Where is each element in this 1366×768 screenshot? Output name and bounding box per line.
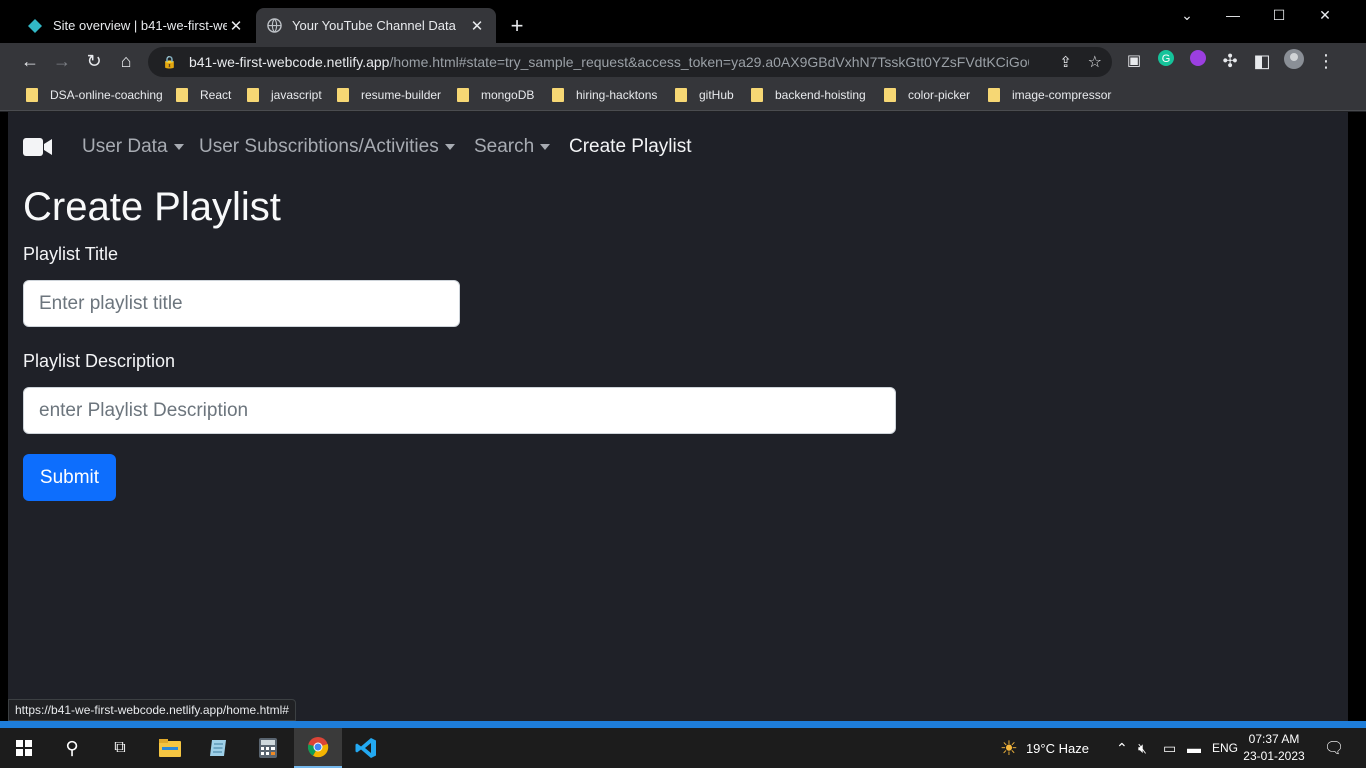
reload-icon[interactable]: ↻ — [82, 49, 106, 73]
page-title: Create Playlist — [23, 185, 281, 229]
bookmark-folder[interactable]: backend-hoisting — [751, 85, 866, 105]
clock-time: 07:37 AM — [1248, 732, 1300, 746]
page-content: User Data User Subscribtions/Activities … — [8, 112, 1348, 721]
side-panel-icon[interactable]: ◧ — [1250, 49, 1274, 73]
caret-down-icon — [173, 144, 184, 150]
tab-title: Site overview | b41-we-first-webcode — [53, 18, 227, 33]
navbar: User Data User Subscribtions/Activities … — [8, 112, 1348, 184]
folder-icon — [751, 88, 763, 102]
chrome-taskbar-icon[interactable] — [294, 728, 342, 768]
playlist-title-label: Playlist Title — [23, 244, 119, 264]
windows-start-icon[interactable] — [0, 728, 48, 768]
clock-date: 23-01-2023 — [1243, 749, 1305, 763]
grammarly-icon[interactable]: G — [1154, 49, 1178, 73]
folder-icon — [26, 88, 38, 102]
status-bar-url: https://b41-we-first-webcode.netlify.app… — [8, 699, 296, 721]
bookmark-folder[interactable]: DSA-online-coaching — [26, 85, 163, 105]
folder-icon — [884, 88, 896, 102]
haze-sun-icon: ☀ — [1000, 737, 1018, 760]
url-host: b41-we-first-webcode.netlify.app — [188, 54, 390, 70]
address-bar[interactable]: 🔒 b41-we-first-webcode.netlify.app /home… — [148, 47, 1112, 77]
tab-search-icon[interactable]: ⌄ — [1164, 0, 1210, 32]
task-view-icon[interactable]: ⧉ — [96, 728, 144, 768]
svg-text:G: G — [1162, 53, 1171, 65]
new-tab-button[interactable]: + — [506, 12, 528, 40]
bookmarks-bar: DSA-online-coaching React javascript res… — [0, 79, 1366, 111]
extensions-puzzle-icon[interactable]: ✣ — [1218, 49, 1242, 73]
submit-button[interactable]: Submit — [23, 454, 116, 501]
close-window-button[interactable]: ✕ — [1302, 0, 1348, 32]
caret-down-icon — [444, 144, 455, 150]
battery-icon[interactable]: ▬ — [1187, 728, 1201, 768]
browser-chrome: Site overview | b41-we-first-webcode ✕ Y… — [0, 0, 1366, 112]
tab-youtube-data[interactable]: Your YouTube Channel Data ✕ — [256, 8, 496, 43]
bookmark-folder[interactable]: color-picker — [884, 85, 970, 105]
lock-icon: 🔒 — [162, 55, 177, 69]
bookmark-folder[interactable]: image-compressor — [988, 85, 1111, 105]
folder-icon — [552, 88, 564, 102]
playlist-title-input[interactable] — [23, 280, 460, 327]
folder-icon — [176, 88, 188, 102]
bookmark-folder[interactable]: hiring-hacktons — [552, 85, 657, 105]
globe-icon — [266, 18, 282, 34]
star-icon[interactable]: ☆ — [1088, 52, 1102, 72]
nav-search-dropdown[interactable]: Search — [474, 136, 551, 158]
folder-icon — [988, 88, 1000, 102]
home-icon[interactable]: ⌂ — [114, 49, 138, 73]
caret-down-icon — [540, 144, 551, 150]
forward-icon[interactable]: → — [50, 49, 74, 73]
close-tab-icon[interactable]: ✕ — [227, 17, 245, 35]
minimize-button[interactable]: — — [1210, 0, 1256, 32]
network-icon[interactable]: ▭ — [1163, 728, 1176, 768]
folder-icon — [675, 88, 687, 102]
maximize-button[interactable]: ☐ — [1256, 0, 1302, 32]
mute-icon[interactable]: 🔇︎ — [1138, 728, 1147, 768]
system-clock[interactable]: 07:37 AM 23-01-2023 — [1240, 731, 1308, 765]
extension-purple-icon[interactable] — [1186, 49, 1210, 73]
tab-title: Your YouTube Channel Data — [292, 18, 456, 33]
bookmark-folder[interactable]: mongoDB — [457, 85, 534, 105]
nav-create-playlist[interactable]: Create Playlist — [569, 136, 692, 158]
camera-icon[interactable]: ▣ — [1122, 49, 1146, 73]
nav-subscriptions-dropdown[interactable]: User Subscribtions/Activities — [199, 136, 455, 158]
folder-icon — [337, 88, 349, 102]
notes-app-icon[interactable] — [194, 728, 242, 768]
nav-user-data-dropdown[interactable]: User Data — [82, 136, 184, 158]
share-icon[interactable]: ⇪ — [1059, 53, 1072, 71]
netlify-icon — [27, 18, 43, 34]
search-icon[interactable]: ⚲ — [48, 728, 96, 768]
weather-widget[interactable]: ☀ 19°C Haze — [1000, 728, 1089, 768]
calculator-icon[interactable] — [244, 728, 292, 768]
close-tab-icon[interactable]: ✕ — [468, 17, 486, 35]
background-window-strip — [0, 721, 1366, 728]
browser-toolbar: ← → ↻ ⌂ 🔒 b41-we-first-webcode.netlify.a… — [0, 43, 1366, 79]
tab-site-overview[interactable]: Site overview | b41-we-first-webcode ✕ — [17, 8, 255, 43]
profile-avatar[interactable] — [1282, 49, 1306, 73]
tab-strip: Site overview | b41-we-first-webcode ✕ Y… — [0, 0, 1366, 43]
bookmark-folder[interactable]: React — [176, 85, 231, 105]
vscode-icon[interactable] — [342, 728, 390, 768]
playlist-description-input[interactable] — [23, 387, 896, 434]
file-explorer-icon[interactable] — [146, 728, 194, 768]
notifications-icon[interactable]: 🗨︎ — [1324, 728, 1344, 768]
language-indicator[interactable]: ENG — [1212, 728, 1238, 768]
folder-icon — [247, 88, 259, 102]
chevron-up-icon[interactable]: ⌃ — [1116, 728, 1128, 768]
playlist-description-label: Playlist Description — [23, 351, 176, 371]
folder-icon — [457, 88, 469, 102]
bookmark-folder[interactable]: javascript — [247, 85, 322, 105]
bookmark-folder[interactable]: gitHub — [675, 85, 734, 105]
bookmark-folder[interactable]: resume-builder — [337, 85, 441, 105]
menu-dots-icon[interactable]: ⋮ — [1314, 49, 1338, 73]
url-path: /home.html#state=try_sample_request&acce… — [389, 54, 1030, 70]
back-icon[interactable]: ← — [18, 49, 42, 73]
video-camera-icon[interactable] — [23, 138, 53, 161]
windows-taskbar: ⚲ ⧉ ☀ 19°C Haze ⌃ 🔇︎ ▭ ▬ ENG 07:37 AM 23… — [0, 728, 1366, 768]
